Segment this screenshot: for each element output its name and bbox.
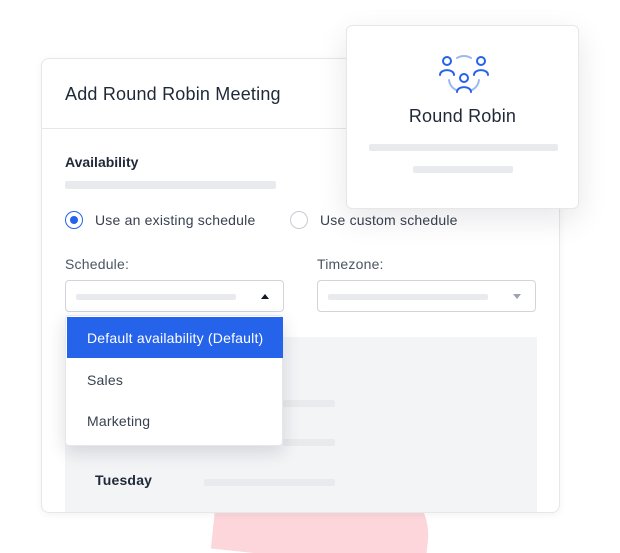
round-robin-desc-placeholder (413, 166, 513, 173)
custom-schedule-radio[interactable] (290, 211, 308, 229)
schedule-select[interactable] (65, 280, 284, 312)
custom-schedule-label: Use custom schedule (320, 212, 458, 228)
availability-description-placeholder (65, 181, 276, 189)
timezone-select[interactable] (317, 280, 536, 312)
dropdown-option-marketing[interactable]: Marketing (67, 400, 283, 441)
round-robin-card: Round Robin (346, 25, 579, 209)
custom-schedule-option[interactable]: Use custom schedule (290, 211, 458, 229)
existing-schedule-option[interactable]: Use an existing schedule (65, 211, 255, 229)
timezone-select-placeholder (328, 294, 488, 300)
existing-schedule-radio[interactable] (65, 211, 83, 229)
availability-heading: Availability (65, 154, 139, 170)
chevron-down-icon (513, 294, 521, 299)
round-robin-title: Round Robin (408, 106, 517, 126)
timezone-label: Timezone: (317, 256, 384, 272)
round-robin-users-icon (439, 55, 489, 93)
schedule-label: Schedule: (65, 256, 130, 272)
round-robin-desc-placeholder (369, 144, 558, 151)
schedule-select-placeholder (76, 294, 236, 300)
caret-up-icon (261, 294, 269, 299)
schedule-row-placeholder (283, 439, 335, 446)
dropdown-option-sales[interactable]: Sales (67, 359, 283, 400)
weekday-label-tuesday: Tuesday (95, 472, 153, 488)
schedule-row-placeholder (204, 479, 335, 486)
dialog-title: Add Round Robin Meeting (65, 84, 281, 104)
existing-schedule-label: Use an existing schedule (95, 212, 256, 228)
schedule-row-placeholder (283, 400, 335, 407)
schedule-dropdown-menu: Default availability (Default) Sales Mar… (65, 315, 283, 446)
dropdown-option-default-availability[interactable]: Default availability (Default) (67, 317, 283, 358)
